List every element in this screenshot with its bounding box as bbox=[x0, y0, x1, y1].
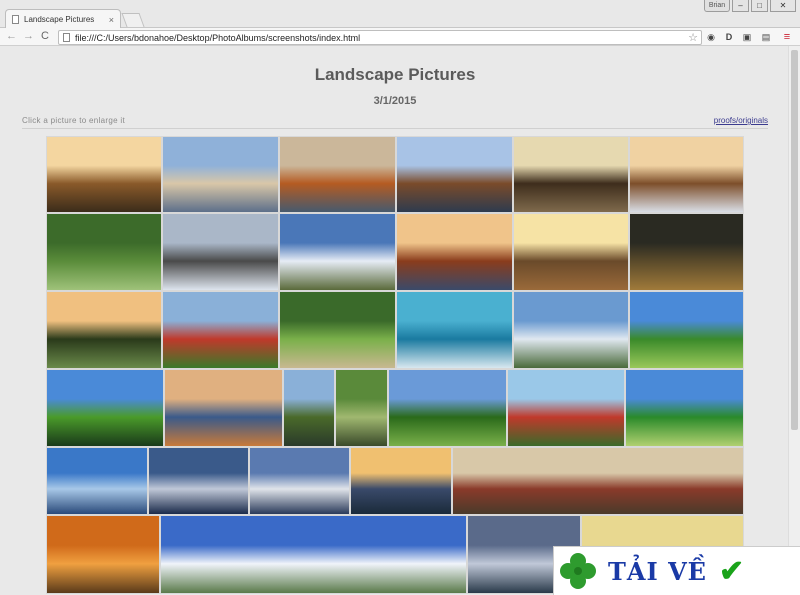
photo-calm-lake-sunrise[interactable] bbox=[162, 136, 279, 213]
photo-lake-clouds[interactable] bbox=[279, 213, 396, 291]
photo-palm-grove[interactable] bbox=[625, 369, 744, 447]
tab-title: Landscape Pictures bbox=[24, 15, 95, 24]
checkmark-icon: ✔ bbox=[718, 554, 745, 588]
photo-dark-forest[interactable] bbox=[629, 213, 744, 291]
photo-hotel-lobby[interactable] bbox=[452, 447, 744, 515]
url-text[interactable]: file:///C:/Users/bdonahoe/Desktop/PhotoA… bbox=[75, 33, 688, 43]
page-viewport: Landscape Pictures 3/1/2015 Click a pict… bbox=[0, 46, 800, 595]
page-date: 3/1/2015 bbox=[373, 95, 417, 107]
file-page-icon bbox=[63, 33, 70, 42]
photo-turquoise-coast[interactable] bbox=[396, 291, 513, 369]
photo-palm-cliff[interactable] bbox=[283, 369, 335, 447]
bookmark-star-icon[interactable]: ☆ bbox=[688, 31, 698, 44]
extension-circle-icon[interactable]: ◉ bbox=[705, 31, 717, 43]
photo-city-coast[interactable] bbox=[513, 291, 629, 369]
photo-beach-umbrella-sunset[interactable] bbox=[164, 369, 283, 447]
extension-box-icon[interactable]: ▣ bbox=[741, 31, 753, 43]
photo-cloudy-lake[interactable] bbox=[148, 447, 249, 515]
photo-ocean-coast[interactable] bbox=[46, 447, 148, 515]
page-title: Landscape Pictures bbox=[314, 65, 476, 84]
user-profile-button[interactable]: Brian bbox=[704, 0, 730, 12]
forward-arrow-icon[interactable]: → bbox=[23, 30, 34, 42]
address-bar[interactable]: file:///C:/Users/bdonahoe/Desktop/PhotoA… bbox=[58, 30, 702, 45]
browser-toolbar: ← → C file:///C:/Users/bdonahoe/Desktop/… bbox=[0, 28, 800, 46]
vertical-scrollbar[interactable] bbox=[788, 46, 800, 595]
photo-swans-pond[interactable] bbox=[46, 213, 162, 291]
photo-storm-reflection[interactable] bbox=[249, 447, 350, 515]
photo-sunset-tree-lake[interactable] bbox=[46, 136, 162, 213]
photo-red-flower-garden[interactable] bbox=[507, 369, 625, 447]
scrollbar-thumb[interactable] bbox=[791, 50, 798, 430]
photo-bamboo-hut[interactable] bbox=[279, 291, 396, 369]
extension-d-icon[interactable]: D bbox=[723, 31, 735, 43]
enlarge-hint: Click a picture to enlarge it bbox=[22, 116, 125, 125]
header-divider bbox=[22, 128, 768, 129]
photo-snowy-trees[interactable] bbox=[629, 136, 744, 213]
photo-autumn-tree-shore[interactable] bbox=[279, 136, 396, 213]
minimize-button[interactable]: – bbox=[732, 0, 749, 12]
photo-pagoda-garden[interactable] bbox=[162, 291, 279, 369]
photo-palm-valley[interactable] bbox=[46, 369, 164, 447]
tab-landscape-pictures[interactable]: Landscape Pictures × bbox=[5, 9, 121, 29]
photo-sunburst-lake[interactable] bbox=[513, 213, 629, 291]
tab-strip: Landscape Pictures × Brian – □ ✕ bbox=[0, 0, 800, 29]
clover-icon bbox=[560, 553, 596, 589]
photo-jungle-ridge[interactable] bbox=[388, 369, 507, 447]
extension-doc-icon[interactable]: ▤ bbox=[760, 31, 772, 43]
watermark-logo: TẢI VỀ ✔ bbox=[553, 546, 800, 595]
window-controls: Brian – □ ✕ bbox=[704, 0, 796, 12]
reload-icon[interactable]: C bbox=[41, 30, 49, 42]
photo-snow-bridge[interactable] bbox=[162, 213, 279, 291]
watermark-brand-text: TẢI VỀ bbox=[608, 556, 707, 586]
back-arrow-icon[interactable]: ← bbox=[6, 30, 17, 42]
close-window-button[interactable]: ✕ bbox=[770, 0, 796, 12]
new-tab-button[interactable] bbox=[121, 13, 145, 27]
photo-gallery bbox=[46, 136, 744, 595]
proofs-originals-link[interactable]: proofs/originals bbox=[714, 116, 768, 125]
photo-forest-sunburst[interactable] bbox=[513, 136, 629, 213]
page-icon bbox=[12, 15, 19, 24]
tab-close-icon[interactable]: × bbox=[109, 15, 114, 25]
browser-menu-icon[interactable]: ≡ bbox=[781, 31, 793, 43]
photo-tree-reflection[interactable] bbox=[396, 136, 513, 213]
photo-sunset-marsh[interactable] bbox=[350, 447, 452, 515]
photo-sunset-reeds[interactable] bbox=[396, 213, 513, 291]
photo-autumn-woods[interactable] bbox=[46, 515, 160, 594]
photo-coastal-panorama[interactable] bbox=[160, 515, 467, 594]
photo-mossy-path[interactable] bbox=[335, 369, 388, 447]
photo-palm-sunset[interactable] bbox=[46, 291, 162, 369]
photo-tropical-garden[interactable] bbox=[629, 291, 744, 369]
maximize-button[interactable]: □ bbox=[751, 0, 768, 12]
